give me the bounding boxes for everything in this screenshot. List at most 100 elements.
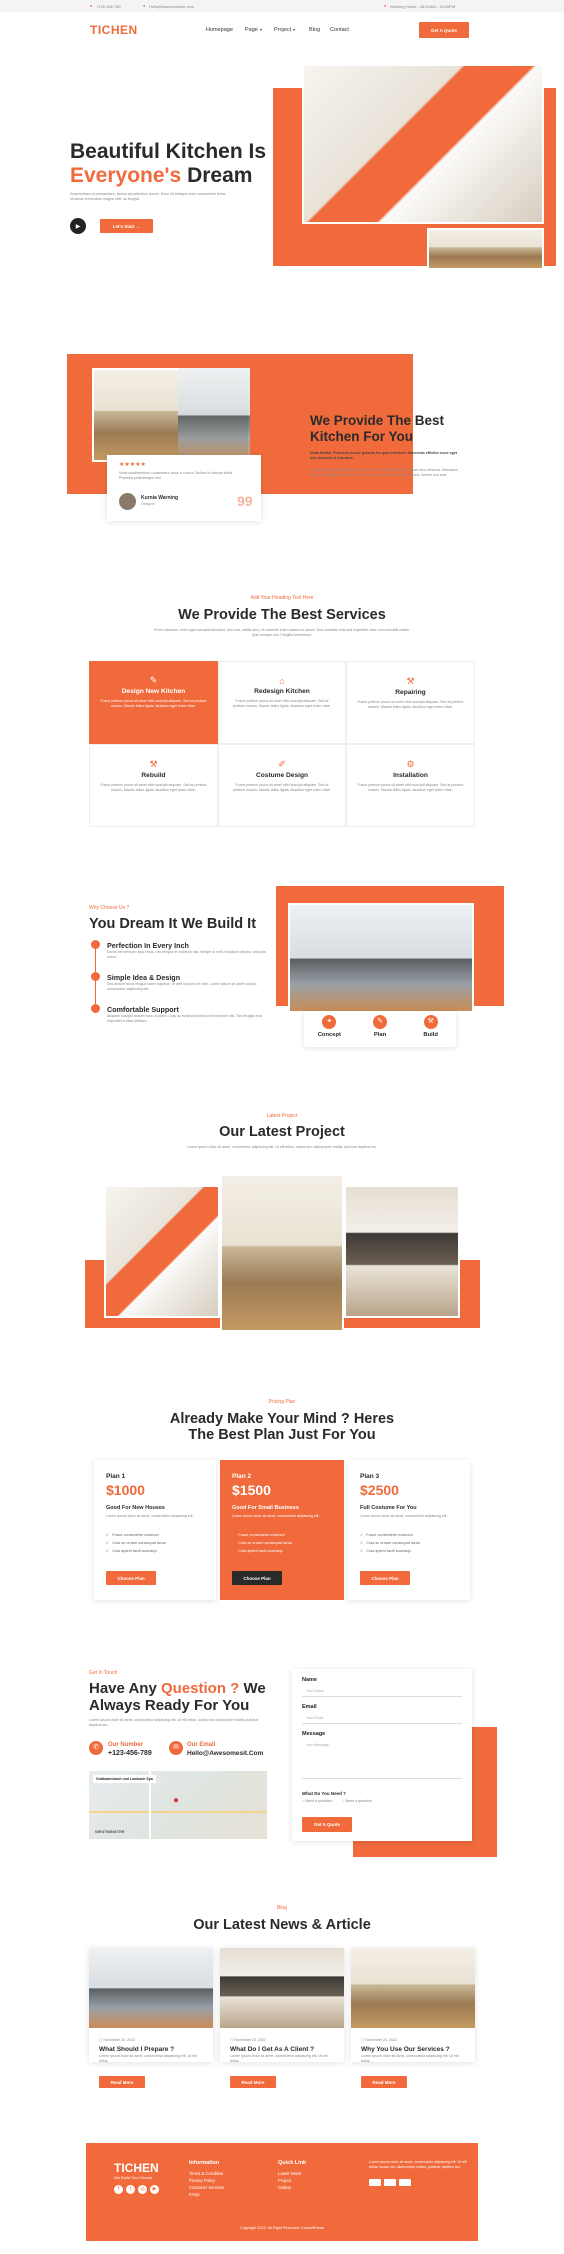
youtube-icon[interactable]: ▶ [150, 2185, 159, 2194]
get-quote-button[interactable]: Get A Quote [419, 22, 469, 38]
project-image-1[interactable] [104, 1185, 220, 1318]
tab-concept[interactable]: ✦ Concept [304, 1011, 355, 1047]
plan-feature: Fusce consectetur euismod [232, 1532, 292, 1537]
about-image-right [178, 368, 250, 462]
footer-link[interactable]: Terms & Condition [189, 2170, 224, 2177]
footer-link[interactable]: Privacy Policy [189, 2177, 224, 2184]
service-text: Fusce pretium purus sit amet nibh suscip… [100, 783, 207, 793]
service-card-redesign-kitchen[interactable]: ⌂ Redesign Kitchen Fusce pretium purus s… [218, 661, 346, 744]
footer-link[interactable]: FAQs [189, 2191, 224, 2198]
mail-icon: ✉ [169, 1741, 183, 1755]
footer-quick-links: Latest News Project Gallery [278, 2170, 301, 2191]
contact-number[interactable]: +123-456-789 [108, 1750, 152, 1757]
project-image-2[interactable] [220, 1174, 344, 1332]
contact-title-line2: Always Ready For You [89, 1697, 250, 1714]
pricing-eyebrow: Pricing Plan [268, 1399, 296, 1405]
plan-price: $1500 [232, 1482, 271, 1498]
pricing-card-plan-1: Plan 1 $1000 Good For New Houses Lorem i… [94, 1460, 216, 1600]
hero-title: Beautiful Kitchen Is Everyone's Dream [70, 140, 266, 188]
blog-image [220, 1948, 344, 2028]
radio-quotation[interactable]: ○ Need a quotation [302, 1799, 333, 1803]
blog-card[interactable]: ▢ November 20, 2022 What Should I Prepar… [89, 1948, 213, 2063]
blog-post-text: Lorem ipsum dolor sit amet, consectetur … [361, 2054, 459, 2064]
lets-start-button[interactable]: Let's Start → [100, 219, 153, 233]
service-name: Installation [393, 772, 428, 779]
plan-subtitle: Good For New Houses [106, 1505, 165, 1511]
pencil-ruler-icon: ✎ [149, 675, 158, 685]
why-item-name: Comfortable Support [107, 1005, 179, 1014]
choose-plan-button[interactable]: Choose Plan [360, 1571, 410, 1585]
project-eyebrow: Latest Project [266, 1113, 298, 1119]
submit-quote-button[interactable]: Get A Quote [302, 1817, 352, 1832]
map[interactable]: Gottbadenbach und Lambach Spa WESTMINSTE… [89, 1771, 267, 1839]
logo[interactable]: TICHEN [90, 23, 138, 37]
topbar-phone[interactable]: +125 456 789 [96, 4, 121, 9]
plan-features: Fusce consectetur euismod Cras ac ornare… [232, 1529, 292, 1553]
instagram-icon[interactable]: ◎ [138, 2185, 147, 2194]
kitchen-icon: ⌂ [279, 676, 285, 686]
footer-link[interactable]: Gallery [278, 2184, 301, 2191]
brush-icon: ✐ [278, 759, 286, 769]
service-card-design-new-kitchen[interactable]: ✎ Design New Kitchen Fusce pretium purus… [89, 661, 218, 744]
choose-plan-button[interactable]: Choose Plan [232, 1571, 282, 1585]
pricing-card-plan-3: Plan 3 $2500 Full Costume For You Lorem … [348, 1460, 470, 1600]
tab-label: Plan [373, 1032, 387, 1038]
blog-post-text: Lorem ipsum dolor sit amet, consectetur … [230, 2054, 328, 2064]
nav-homepage[interactable]: Homepage [206, 27, 233, 33]
hero-title-line1: Beautiful Kitchen Is [70, 140, 267, 163]
choose-plan-button[interactable]: Choose Plan [106, 1571, 156, 1585]
blog-card[interactable]: ▢ November 20, 2022 What Do I Get As A C… [220, 1948, 344, 2064]
footer-link[interactable]: Project [278, 2177, 301, 2184]
nav-contact[interactable]: Contact [330, 27, 349, 33]
name-label: Name [302, 1677, 317, 1683]
name-input[interactable]: Your Name [302, 1687, 462, 1697]
plan-feature: Cras ac ornare consequat lacus [106, 1540, 166, 1545]
footer-link[interactable]: Latest News [278, 2170, 301, 2177]
chevron-down-icon: ▾ [260, 27, 263, 32]
read-more-button[interactable]: Read More [99, 2076, 145, 2088]
blog-post-title[interactable]: Why You Use Our Services ? [361, 2046, 450, 2053]
avatar [119, 493, 136, 510]
footer-info-list: Terms & Condition Privacy Policy Costume… [189, 2170, 224, 2198]
blog-post-title[interactable]: What Should I Prepare ? [99, 2046, 174, 2053]
plan-feature: Cras aptent taciti sociosqu [232, 1548, 292, 1553]
service-card-installation[interactable]: ⚙ Installation Fusce pretium purus sit a… [346, 744, 475, 827]
map-road [89, 1811, 267, 1813]
nav-page[interactable]: Page [245, 27, 258, 33]
read-more-button[interactable]: Read More [230, 2076, 276, 2088]
contact-email[interactable]: Hello@Awesomesit.Com [187, 1750, 263, 1757]
blog-card[interactable]: ▢ November 20, 2022 Why You Use Our Serv… [351, 1948, 475, 2064]
message-textarea[interactable]: Your Message [302, 1741, 462, 1779]
need-label: What Do You Need ? [302, 1791, 346, 1796]
footer-link[interactable]: Costumer Services [189, 2184, 224, 2191]
plan-feature: Fusce consectetur euismod [106, 1532, 166, 1537]
email-input[interactable]: Your Email [302, 1714, 462, 1724]
service-card-repairing[interactable]: ⚒ Repairing Fusce pretium purus sit amet… [346, 661, 475, 744]
why-item-text: Donec fermentum risus tellus, nec tempor… [107, 950, 266, 960]
service-name: Design New Kitchen [121, 688, 186, 695]
testimonial-person: Kurnia Warning [141, 495, 179, 501]
tab-build[interactable]: ⚒ Build [405, 1011, 456, 1047]
service-card-rebuild[interactable]: ⚒ Rebuild Fusce pretium purus sit amet n… [89, 744, 218, 827]
play-icon[interactable]: ▶ [70, 218, 86, 234]
radio-question[interactable]: ○ Need a question [343, 1799, 372, 1803]
read-more-button[interactable]: Read More [361, 2076, 407, 2088]
about-bold-text: Nulla facilisi. Praesent cursus gravida … [310, 451, 457, 461]
services-eyebrow: Add Your Heading Text Here [250, 595, 314, 601]
twitter-icon[interactable]: t [126, 2185, 135, 2194]
blog-post-title[interactable]: What Do I Get As A Client ? [230, 2046, 314, 2053]
footer-text: Lorem ipsum dolor sit amet, consectetur … [369, 2160, 467, 2170]
service-text: Fusce pretium purus sit amet nibh suscip… [233, 699, 331, 709]
hero-image [302, 64, 544, 224]
nav-project[interactable]: Project [274, 27, 291, 33]
service-card-costume-design[interactable]: ✐ Costume Design Fusce pretium purus sit… [218, 744, 346, 827]
why-eyebrow: Why Choose Us ? [89, 905, 130, 911]
topbar-email[interactable]: Hello@awesomesite.com [149, 4, 194, 9]
why-image [288, 903, 474, 1013]
project-image-3[interactable] [344, 1185, 460, 1318]
tab-plan[interactable]: ✎ Plan [355, 1011, 406, 1047]
footer-logo[interactable]: TICHEN [114, 2161, 159, 2175]
facebook-icon[interactable]: f [114, 2185, 123, 2194]
pricing-card-plan-2: Plan 2 $1500 Good For Small Business Lor… [220, 1460, 344, 1600]
nav-blog[interactable]: Blog [309, 27, 320, 33]
